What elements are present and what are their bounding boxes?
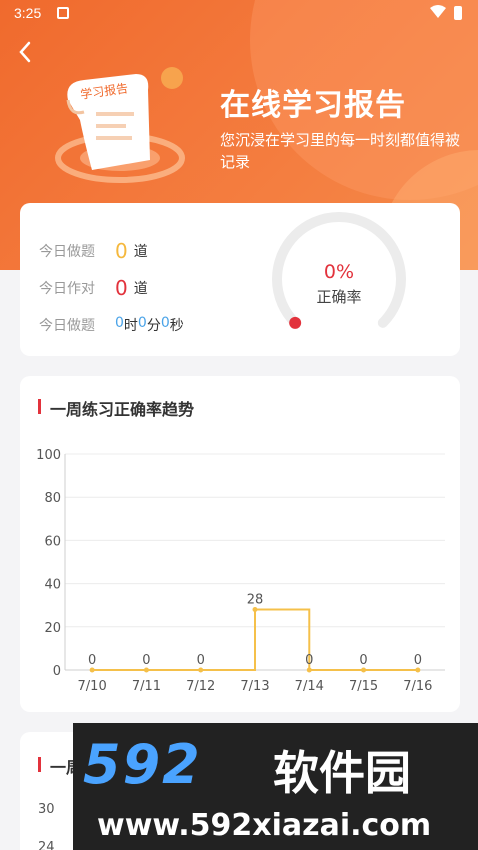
today-questions-unit: 道 (133, 244, 148, 260)
x-tick-label: 7/16 (403, 679, 432, 694)
data-point (361, 667, 367, 673)
data-label: 0 (142, 653, 150, 668)
data-point (252, 607, 258, 613)
battery-icon (454, 6, 462, 20)
data-point (306, 667, 312, 673)
data-point (89, 667, 95, 673)
accuracy-label: 正确率 (316, 288, 362, 306)
x-tick-label: 7/15 (349, 679, 378, 694)
y-tick-label: 60 (44, 534, 61, 549)
weekly-chart-title: 一周练习正确率趋势 (38, 396, 194, 420)
watermark-brand: 592 (83, 733, 202, 796)
status-time: 3:25 (14, 5, 42, 21)
today-correct-value: 0 (115, 276, 128, 300)
wifi-icon (430, 5, 446, 18)
today-time-value: 0 时 0 分 0 秒 (115, 315, 184, 335)
page-subtitle: 您沉浸在学习里的每一时刻都值得被记录 (220, 131, 461, 171)
second-chart-ytick: 24 (38, 840, 55, 850)
x-tick-label: 7/13 (240, 679, 269, 694)
data-label: 0 (88, 653, 96, 668)
second-chart-ytick: 30 (38, 802, 55, 817)
data-label: 28 (247, 593, 264, 608)
x-tick-label: 7/12 (186, 679, 215, 694)
time-minutes-unit: 分 (146, 318, 161, 334)
today-questions-label: 今日做题 (39, 244, 95, 260)
y-tick-label: 0 (53, 664, 61, 679)
weekly-accuracy-card: 一周练习正确率趋势 0 20 40 60 80 100 0 7/10 0 7/11 0 7/12 28 7… (20, 376, 460, 712)
watermark-logo: 592 软件园 www.592xiazai.com (73, 723, 478, 850)
y-tick-label: 40 (44, 578, 61, 593)
time-minutes: 0 (137, 315, 147, 331)
data-label: 0 (359, 653, 367, 668)
summary-card: 今日做题 0 道 今日作对 0 道 今日做题 0 时 0 分 0 秒 0% 正确… (20, 203, 460, 356)
time-seconds: 0 (160, 315, 170, 331)
accuracy-value: 0% (323, 261, 355, 283)
time-hours: 0 (115, 315, 124, 331)
data-point (198, 667, 204, 673)
data-label: 0 (414, 653, 422, 668)
today-time-label: 今日做题 (39, 318, 95, 334)
watermark-url: www.592xiazai.com (97, 808, 432, 843)
image-icon (57, 7, 69, 19)
status-bar: 3:25 (0, 0, 478, 28)
today-time-row: 今日做题 0 时 0 分 0 秒 (39, 315, 184, 335)
data-point (415, 667, 421, 673)
page-title: 在线学习报告 (220, 88, 406, 123)
data-label: 0 (197, 653, 205, 668)
x-tick-label: 7/10 (78, 679, 107, 694)
x-tick-label: 7/14 (295, 679, 324, 694)
y-tick-label: 80 (44, 491, 61, 506)
today-questions-row: 今日做题 0 道 (39, 239, 148, 263)
y-tick-label: 100 (36, 448, 61, 463)
today-questions-value: 0 (115, 239, 128, 263)
data-point (143, 667, 149, 673)
watermark-name: 软件园 (273, 746, 411, 800)
data-label: 0 (305, 653, 313, 668)
today-correct-unit: 道 (133, 281, 148, 297)
time-seconds-unit: 秒 (169, 318, 184, 334)
weekly-accuracy-chart: 0 20 40 60 80 100 0 7/10 0 7/11 0 7/12 28 7/13 0 7/14 0 7… (36, 448, 445, 694)
x-tick-label: 7/11 (132, 679, 161, 694)
y-tick-label: 20 (44, 621, 61, 636)
gauge-indicator (289, 316, 302, 329)
series-line (92, 608, 418, 671)
today-correct-label: 今日作对 (39, 281, 95, 297)
today-correct-row: 今日作对 0 道 (39, 276, 148, 300)
time-hours-unit: 时 (123, 318, 138, 334)
back-arrow-icon[interactable] (12, 38, 40, 66)
report-illustration-icon: 学习报告 (55, 67, 185, 183)
